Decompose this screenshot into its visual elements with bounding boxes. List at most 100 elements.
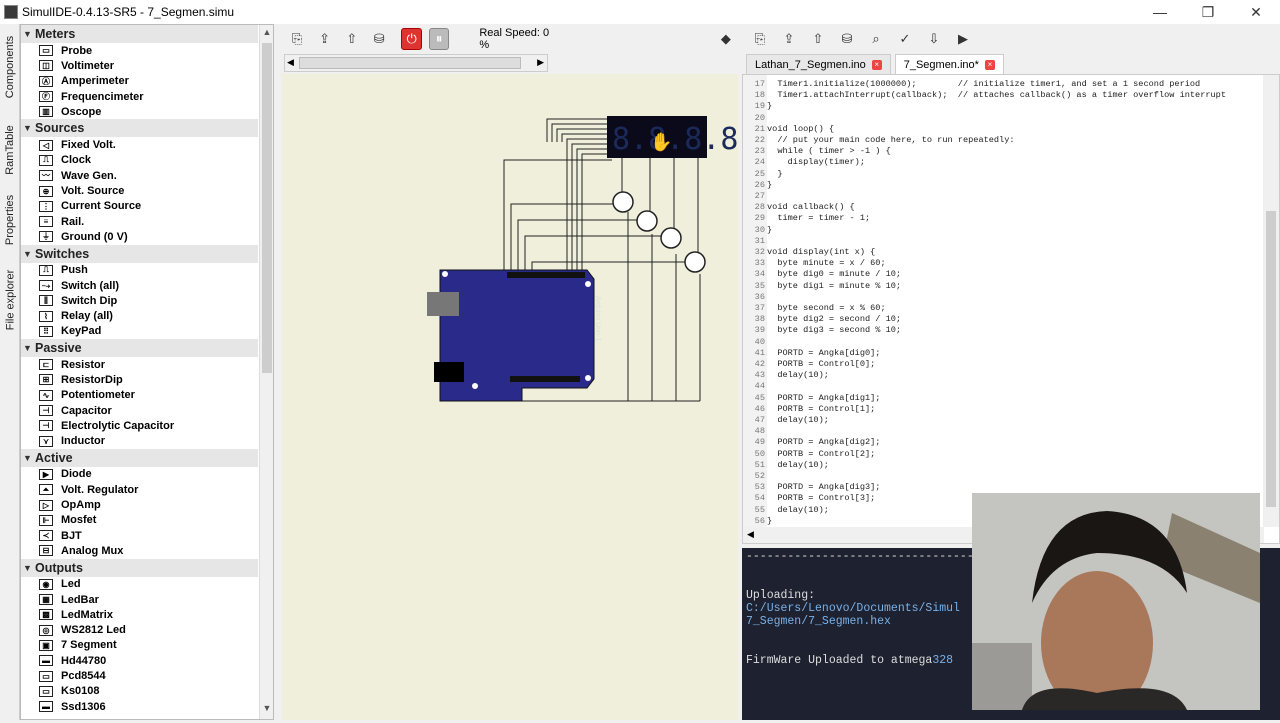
transistor-icon[interactable] [612,191,634,213]
collapse-arrow-icon[interactable]: ▼ [23,29,35,39]
collapse-arrow-icon[interactable]: ▼ [23,563,35,573]
scroll-right-icon[interactable]: ▶ [537,57,544,68]
arduino-board[interactable]: Arduino Uno-1 [427,269,601,402]
component-item[interactable]: ▣ 7 Segment [21,638,258,653]
component-item[interactable]: ▦ LedBar [21,592,258,607]
open-file-button[interactable]: ⇪ [778,28,800,50]
maximize-button[interactable]: ❐ [1184,0,1232,24]
tab-lathan-7-segmen[interactable]: Lathan_7_Segmen.ino × [746,54,891,74]
tab-components[interactable]: Components [0,32,20,102]
open-circuit-button[interactable]: ⇪ [314,28,334,50]
scroll-down-icon[interactable]: ▼ [260,703,273,717]
tab-properties[interactable]: Properties [0,190,20,250]
component-item[interactable]: ⊕ Volt. Source [21,183,258,198]
collapse-arrow-icon[interactable]: ▼ [23,453,35,463]
save-circuit-button[interactable]: ⇧ [342,28,362,50]
settings-dropdown-icon[interactable]: ◆ [716,28,736,50]
collapse-arrow-icon[interactable]: ▼ [23,123,35,133]
component-item[interactable]: ▬ Hd44780 [21,653,258,668]
component-item[interactable]: ⏶ Volt. Regulator [21,482,258,497]
save-file-as-button[interactable]: ⛁ [836,28,858,50]
tab-7-segmen[interactable]: 7_Segmen.ino* × [894,54,1004,74]
line-text: // put your main code here, to run repea… [767,135,1015,145]
component-item[interactable]: ⊞ ResistorDip [21,372,258,387]
save-file-button[interactable]: ⇧ [807,28,829,50]
new-circuit-button[interactable]: ⎘ [287,28,307,50]
component-item[interactable]: ⊏ Resistor [21,357,258,372]
component-item[interactable]: ⊟ Analog Mux [21,543,258,558]
category-header[interactable]: ▼ Active [21,448,258,467]
pause-button[interactable]: ⏸ [428,28,450,50]
component-item[interactable]: ◉ Led [21,577,258,592]
component-item[interactable]: ⊩ Mosfet [21,513,258,528]
collapse-arrow-icon[interactable]: ▼ [23,249,35,259]
component-item[interactable]: Ⓕ Frequencimeter [21,89,258,104]
line-number: 20 [754,112,765,123]
upload-button[interactable]: ⇩ [923,28,945,50]
component-item[interactable]: ▭ Pcd8544 [21,668,258,683]
transistor-icon[interactable] [660,227,682,249]
component-item[interactable]: ≡ Rail. [21,214,258,229]
code-vscrollbar[interactable] [1263,75,1279,527]
component-item[interactable]: ◎ WS2812 Led [21,623,258,638]
component-item[interactable]: ⋎ Inductor [21,434,258,449]
category-header[interactable]: ▼ Meters [21,25,258,43]
scroll-left-icon[interactable]: ◀ [287,57,294,68]
circuit-canvas[interactable]: 8.8.8.8 Arduino Uno-1 ✋ [282,74,738,720]
scroll-up-icon[interactable]: ▲ [260,27,273,41]
component-item[interactable]: ⫼ Switch Dip [21,293,258,308]
close-tab-icon[interactable]: × [871,59,882,70]
close-button[interactable]: ✕ [1232,0,1280,24]
component-item[interactable]: Ⓐ Amperimeter [21,74,258,89]
component-icon: ⊩ [39,514,53,526]
transistor-icon[interactable] [684,251,706,273]
scroll-left-icon[interactable]: ◀ [747,529,754,540]
components-scrollbar[interactable]: ▲ ▼ [259,25,273,719]
category-header[interactable]: ▼ Passive [21,339,258,358]
component-item[interactable]: ▩ LedMatrix [21,607,258,622]
component-item[interactable]: ⊣ Electrolytic Capacitor [21,418,258,433]
debug-run-button[interactable]: ▶ [952,28,974,50]
component-item[interactable]: ▬ Ssd1306 [21,699,258,714]
code-editor[interactable]: 17 Timer1.initialize(1000000); // initia… [742,74,1280,544]
tab-file-explorer[interactable]: File explorer [0,260,20,340]
component-icon: ⋮ [39,200,53,212]
component-item[interactable]: ∿ Potentiometer [21,388,258,403]
component-item[interactable]: ▶ Diode [21,467,258,482]
component-item[interactable]: ▭ Probe [21,43,258,58]
component-item[interactable]: ⋮ Current Source [21,199,258,214]
circuit-hscrollbar[interactable]: ◀ ▶ [284,54,548,72]
component-item[interactable]: ⊣ Capacitor [21,403,258,418]
component-item[interactable]: ⠿ KeyPad [21,324,258,339]
save-as-button[interactable]: ⛁ [369,28,389,50]
find-replace-button[interactable]: ⌕ [865,28,887,50]
component-item[interactable]: ⎍ Push [21,263,258,278]
component-item[interactable]: ▷ OpAmp [21,497,258,512]
component-item[interactable]: ≺ BJT [21,528,258,543]
category-header[interactable]: ▼ Outputs [21,558,258,577]
tab-ramtable[interactable]: RamTable [0,118,20,182]
component-item[interactable]: ◫ Voltimeter [21,58,258,73]
scroll-thumb[interactable] [299,57,521,69]
collapse-arrow-icon[interactable]: ▼ [23,343,35,353]
component-label: Amperimeter [61,75,129,88]
transistor-icon[interactable] [636,210,658,232]
compile-button[interactable]: ✓ [894,28,916,50]
component-item[interactable]: ⌇ Relay (all) [21,308,258,323]
power-button[interactable]: ⏻ [401,28,422,50]
component-item[interactable]: ⤍ Switch (all) [21,278,258,293]
scroll-thumb[interactable] [1266,211,1276,507]
scroll-thumb[interactable] [262,43,272,373]
category-header[interactable]: ▼ Switches [21,244,258,263]
component-item[interactable]: 〰 Wave Gen. [21,168,258,183]
new-file-button[interactable]: ⎘ [749,28,771,50]
component-item[interactable]: ▭ Ks0108 [21,684,258,699]
component-item[interactable]: ◁ Fixed Volt. [21,137,258,152]
category-header[interactable]: ▼ Sources [21,119,258,138]
component-item[interactable]: ▥ Oscope [21,104,258,119]
close-tab-icon[interactable]: × [984,59,995,70]
component-item[interactable]: ⏚ Ground (0 V) [21,229,258,244]
component-icon: ⊣ [39,420,53,432]
component-item[interactable]: ⎍ Clock [21,153,258,168]
minimize-button[interactable]: — [1136,0,1184,24]
